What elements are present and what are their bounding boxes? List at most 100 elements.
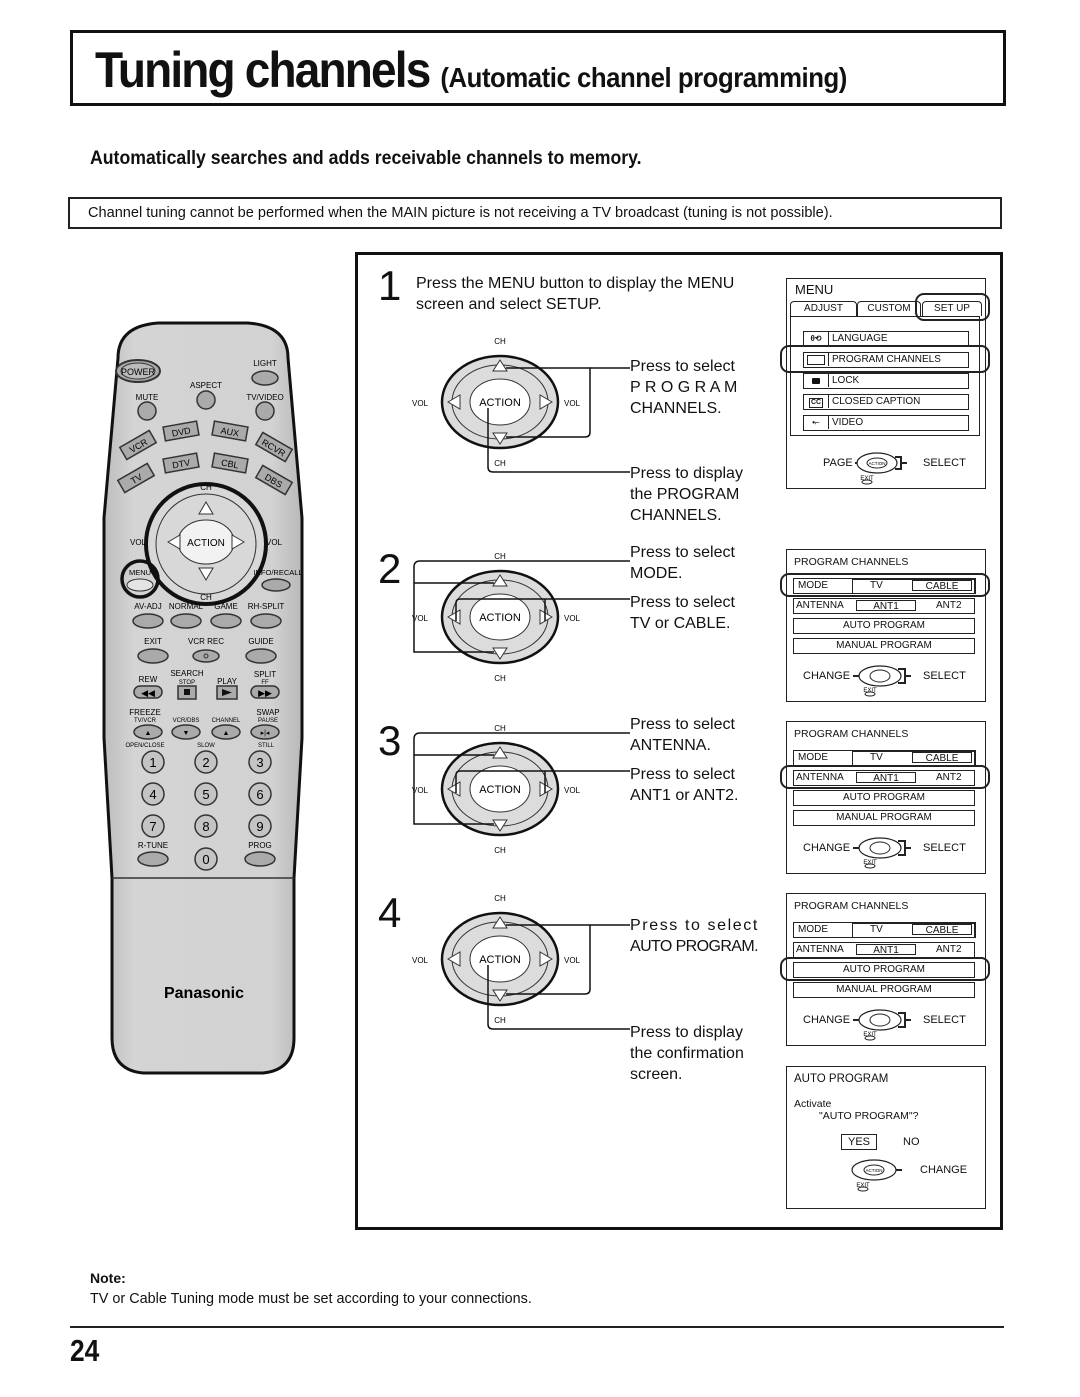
play-label: PLAY	[217, 677, 238, 686]
mute-button[interactable]: MUTE	[136, 393, 159, 421]
menu-item-2[interactable]: LOCK	[803, 373, 969, 389]
footer-change: CHANGE	[803, 842, 851, 854]
digit-label: 0	[202, 852, 209, 867]
digit-button-4[interactable]: 4	[141, 782, 165, 806]
light-label: LIGHT	[253, 359, 277, 368]
digit-button-6[interactable]: 6	[248, 782, 272, 806]
remote-vol-left-label: VOL	[130, 538, 147, 547]
notice-box: Channel tuning cannot be performed when …	[68, 197, 1002, 229]
tv-vcr-label: TV/VCR	[134, 718, 157, 724]
mode-option-cable-selected[interactable]: CABLE	[912, 924, 972, 936]
ch-bottom-label: CH	[494, 674, 506, 683]
prog-button[interactable]: PROG	[244, 841, 276, 867]
digit-label: 5	[202, 787, 209, 802]
action-label: ACTION	[479, 954, 521, 966]
r-tune-button[interactable]: R-TUNE	[137, 841, 169, 867]
digit-button-2[interactable]: 2	[194, 750, 218, 774]
step-3-callout-antenna: Press to select ANTENNA.	[630, 714, 735, 756]
callout-line: MODE.	[630, 565, 683, 582]
info-recall-label: INFO/RECALL	[253, 568, 302, 577]
vcr-dbs-button[interactable]: VCR/DBS ▼	[171, 718, 201, 740]
pause-icon: ▸|◂	[261, 730, 270, 737]
vol-right-label: VOL	[564, 786, 581, 795]
swap-label: SWAP	[256, 708, 279, 717]
digit-button-1[interactable]: 1	[141, 750, 165, 774]
antenna-row[interactable]: ANTENNA ANT1 ANT2	[793, 942, 975, 958]
menu-item-4[interactable]: •⌐ VIDEO	[803, 415, 969, 431]
digit-button-8[interactable]: 8	[194, 814, 218, 838]
program-channels-screen-3: PROGRAM CHANNELS MODE TV CABLE ANTENNA A…	[786, 721, 986, 874]
callout-line: Press to select	[630, 716, 735, 733]
footer-change: CHANGE	[803, 1014, 851, 1026]
tab-adjust[interactable]: ADJUST	[790, 301, 857, 316]
stop-button[interactable]: STOP	[177, 680, 197, 700]
fast-forward-icon: ▶▶	[258, 688, 272, 698]
vol-right-label: VOL	[564, 399, 581, 408]
callout-line: CHANNELS.	[630, 400, 722, 417]
digit-button-3[interactable]: 3	[248, 750, 272, 774]
still-label: STILL	[258, 743, 275, 749]
mode-option-cable-selected[interactable]: CABLE	[912, 752, 972, 764]
channel-up-button[interactable]: CHANNEL ▲	[211, 718, 241, 740]
digit-button-0[interactable]: 0	[194, 847, 218, 871]
manual-program-item[interactable]: MANUAL PROGRAM	[793, 982, 975, 998]
digit-button-5[interactable]: 5	[194, 782, 218, 806]
step-number-4: 4	[378, 889, 402, 936]
menu-screen-title: MENU	[795, 282, 834, 297]
remote-action-label: ACTION	[187, 538, 225, 549]
channel-up-icon: ▲	[223, 730, 230, 737]
mode-option-tv[interactable]: TV	[870, 923, 883, 936]
step-number-1: 1	[378, 262, 402, 309]
callout-line: Press to select	[630, 358, 735, 375]
slow-label: SLOW	[197, 743, 215, 749]
step-2-callout-tv-cable: Press to select TV or CABLE.	[630, 592, 735, 634]
play-button[interactable]: PLAY	[216, 677, 238, 700]
video-adjust-icon: •⌐	[804, 416, 829, 429]
digit-button-9[interactable]: 9	[248, 814, 272, 838]
vol-left-label: VOL	[412, 956, 429, 965]
antenna-option-ant2[interactable]: ANT2	[936, 943, 962, 956]
menu-item-3[interactable]: CC CLOSED CAPTION	[803, 394, 969, 410]
confirm-footer-change: CHANGE	[920, 1164, 968, 1176]
digit-label: 9	[256, 819, 263, 834]
tab-custom[interactable]: CUSTOM	[857, 301, 921, 316]
action-pad-icon: ACTION EXIT	[855, 452, 907, 485]
guide-label: GUIDE	[248, 637, 273, 646]
mode-row[interactable]: MODE TV CABLE	[793, 921, 976, 938]
callout-line: AUTO PROGRAM.	[630, 938, 759, 955]
page-subtitle: (Automatic channel programming)	[440, 62, 847, 93]
manual-program-item[interactable]: MANUAL PROGRAM	[793, 810, 975, 826]
closed-caption-icon: CC	[804, 395, 829, 408]
auto-program-item[interactable]: AUTO PROGRAM	[793, 790, 975, 806]
page-title-text: Tuning channels	[95, 42, 431, 98]
confirm-title: AUTO PROGRAM	[794, 1073, 889, 1085]
callout-line: the confirmation	[630, 1045, 744, 1062]
mode-row[interactable]: MODE TV CABLE	[793, 749, 976, 766]
av-adj-label: AV-ADJ	[134, 602, 161, 611]
auto-program-item[interactable]: AUTO PROGRAM	[793, 618, 975, 634]
step-3-dpad-diagram: ACTIONCHCHVOL VOL	[412, 724, 630, 855]
vol-right-label: VOL	[564, 614, 581, 623]
yes-button[interactable]: YES	[841, 1134, 877, 1150]
power-label: POWER	[121, 367, 156, 377]
mode-label: MODE	[798, 752, 828, 763]
antenna-row[interactable]: ANTENNA ANT1 ANT2	[793, 598, 975, 614]
power-button[interactable]: POWER	[115, 359, 161, 383]
auto-program-confirm-screen: AUTO PROGRAM Activate "AUTO PROGRAM"? YE…	[786, 1066, 986, 1209]
mode-option-tv[interactable]: TV	[870, 751, 883, 764]
tv-video-label: TV/VIDEO	[246, 393, 283, 402]
mode-label: MODE	[798, 924, 828, 935]
antenna-option-ant1-selected[interactable]: ANT1	[856, 944, 916, 956]
antenna-option-ant1-selected[interactable]: ANT1	[856, 600, 916, 612]
digit-button-7[interactable]: 7	[141, 814, 165, 838]
no-button[interactable]: NO	[903, 1136, 920, 1148]
antenna-label: ANTENNA	[796, 944, 844, 955]
manual-program-item[interactable]: MANUAL PROGRAM	[793, 638, 975, 654]
antenna-option-ant2[interactable]: ANT2	[936, 599, 962, 612]
antenna-label: ANTENNA	[796, 600, 844, 611]
open-close-label: OPEN/CLOSE	[125, 743, 164, 749]
menu-footer-select: SELECT	[923, 457, 966, 469]
title-box: Tuning channels (Automatic channel progr…	[70, 30, 1006, 106]
menu-label: MENU	[129, 568, 151, 577]
callout-line: ANT1 or ANT2.	[630, 787, 739, 804]
